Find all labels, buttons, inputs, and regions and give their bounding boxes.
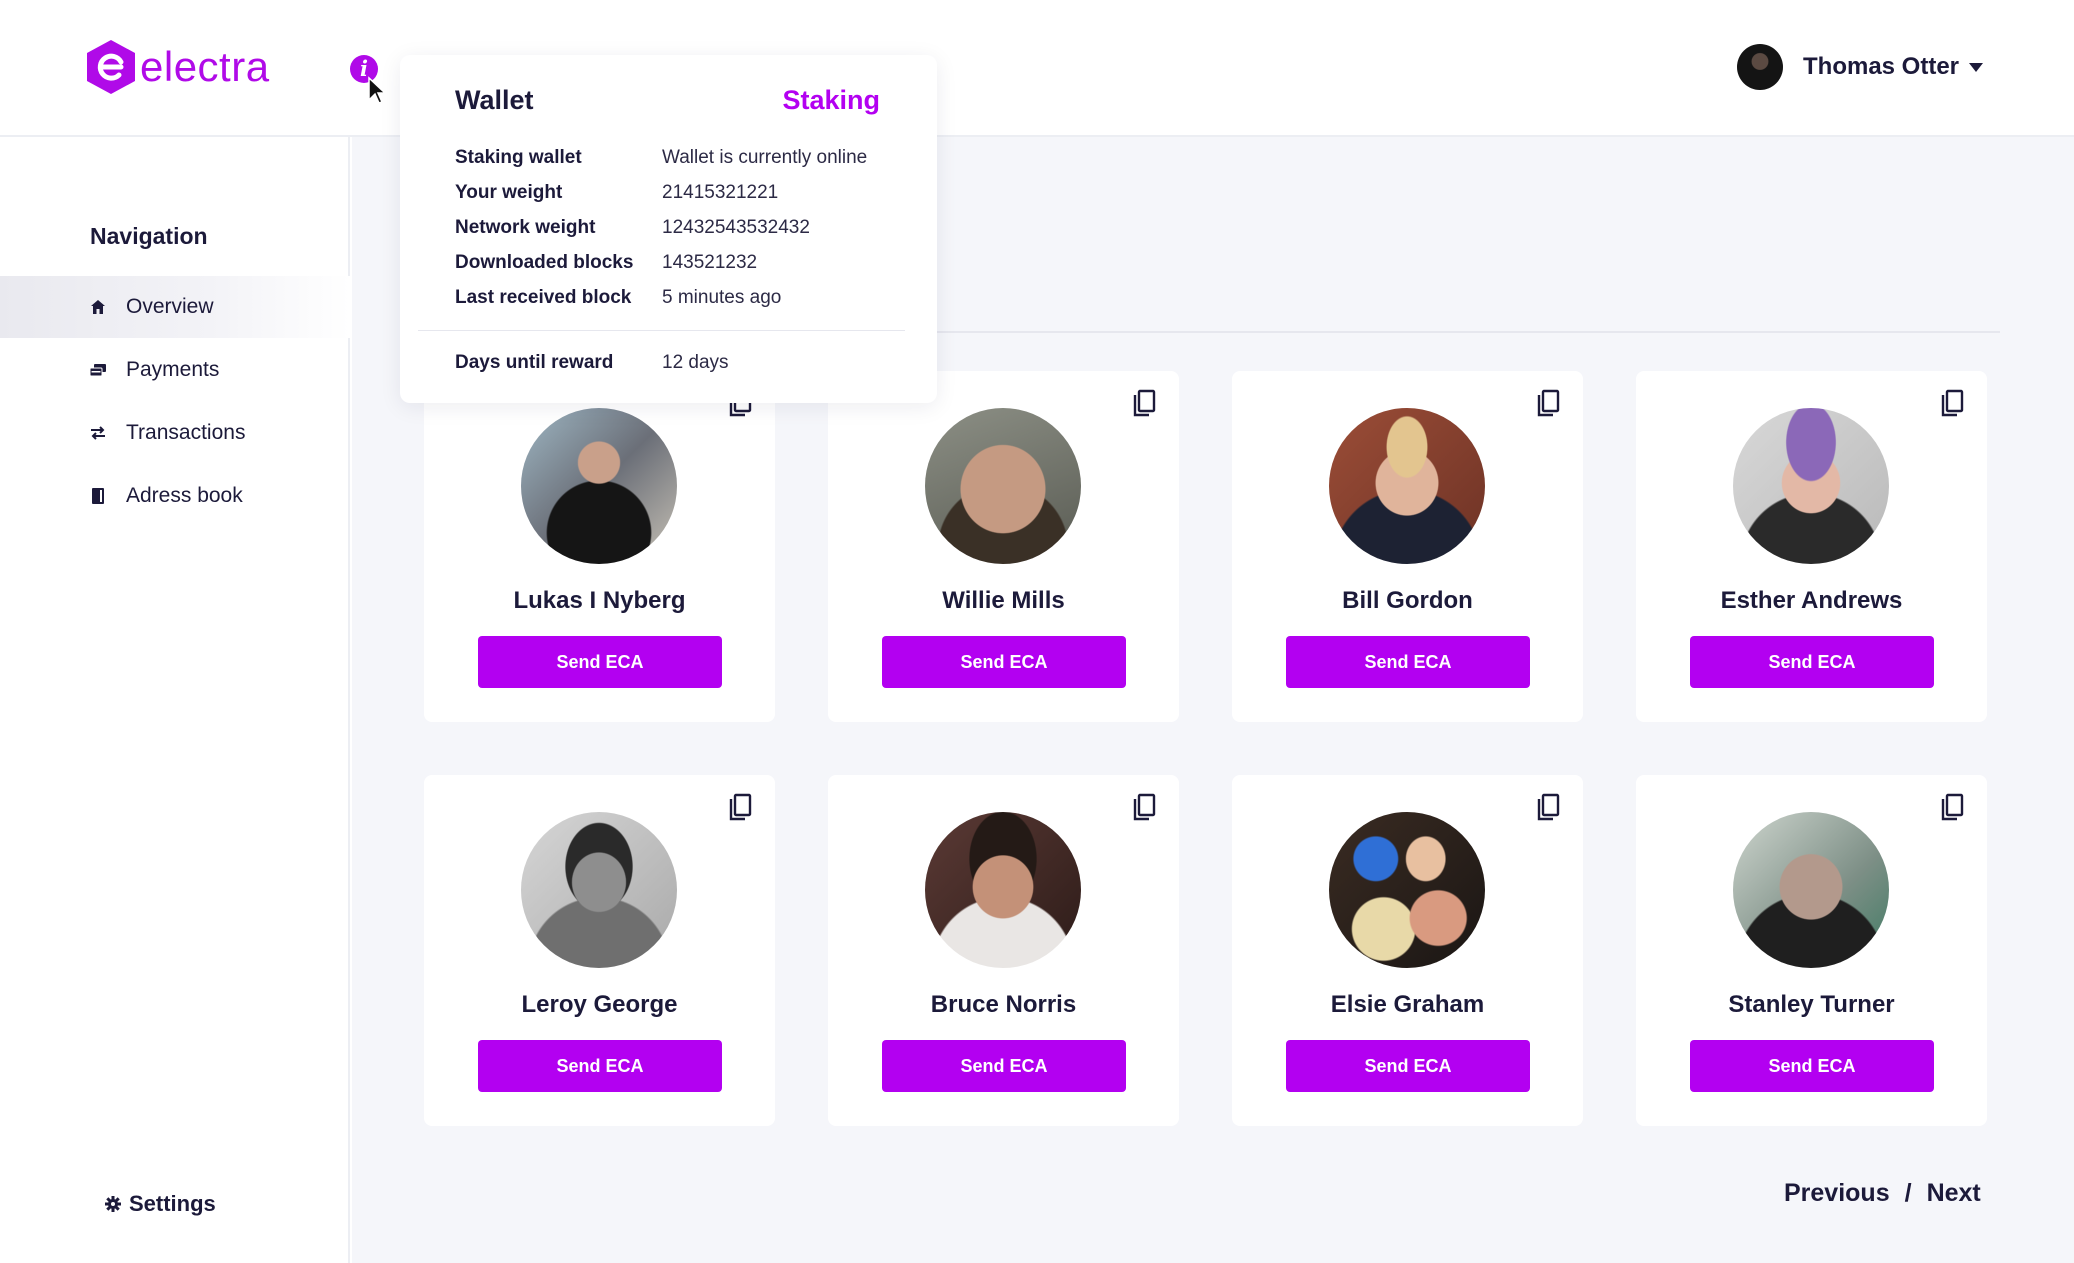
avatar xyxy=(1329,812,1485,968)
contact-card: Lukas I Nyberg Send ECA xyxy=(424,371,775,722)
sidebar-item-label: Payments xyxy=(126,358,220,381)
row-value: 5 minutes ago xyxy=(662,287,782,308)
copy-icon[interactable] xyxy=(1535,793,1561,823)
settings-label: Settings xyxy=(129,1191,216,1216)
row-key: Staking wallet xyxy=(455,147,582,168)
book-icon xyxy=(92,488,104,504)
next-link[interactable]: Next xyxy=(1927,1179,1981,1208)
wallet-popup: Wallet Staking Staking wallet Wallet is … xyxy=(400,55,937,403)
popup-row: Your weight 21415321221 xyxy=(455,182,778,204)
send-eca-button[interactable]: Send ECA xyxy=(1690,1040,1934,1092)
contact-name: Esther Andrews xyxy=(1720,587,1903,614)
popup-row: Staking wallet Wallet is currently onlin… xyxy=(455,147,867,169)
mouse-cursor-icon xyxy=(368,76,387,104)
sidebar-item-label: Overview xyxy=(126,295,214,318)
staking-tab[interactable]: Staking xyxy=(782,85,880,116)
copy-icon[interactable] xyxy=(1131,389,1157,419)
popup-footer-row: Days until reward 12 days xyxy=(455,352,729,374)
home-icon xyxy=(91,300,105,314)
sidebar-item-address-book[interactable]: Adress book xyxy=(0,465,350,527)
send-eca-button[interactable]: Send ECA xyxy=(1286,1040,1530,1092)
avatar xyxy=(1733,812,1889,968)
send-eca-button[interactable]: Send ECA xyxy=(1690,636,1934,688)
popup-divider xyxy=(418,330,905,331)
popup-row: Downloaded blocks 143521232 xyxy=(455,252,757,274)
row-value: 12432543532432 xyxy=(662,217,810,238)
send-eca-button[interactable]: Send ECA xyxy=(478,636,722,688)
contact-card: Elsie Graham Send ECA xyxy=(1232,775,1583,1126)
contact-card: Willie Mills Send ECA xyxy=(828,371,1179,722)
copy-icon[interactable] xyxy=(1939,793,1965,823)
row-value: Wallet is currently online xyxy=(662,147,868,168)
row-value: 21415321221 xyxy=(662,182,779,203)
contact-card: Leroy George Send ECA xyxy=(424,775,775,1126)
avatar xyxy=(521,812,677,968)
send-eca-button[interactable]: Send ECA xyxy=(882,1040,1126,1092)
logo-text: electra xyxy=(140,43,270,90)
contact-card: Stanley Turner Send ECA xyxy=(1636,775,1987,1126)
avatar xyxy=(925,408,1081,564)
electra-logo-icon xyxy=(87,40,135,94)
sidebar-item-overview[interactable]: Overview xyxy=(0,276,350,338)
pagination: Previous / Next xyxy=(1784,1179,1981,1208)
sidebar-item-label: Adress book xyxy=(126,484,243,507)
contact-name: Leroy George xyxy=(521,991,678,1018)
settings-link[interactable]: Settings xyxy=(105,1191,216,1217)
row-key: Days until reward xyxy=(455,352,614,373)
user-menu[interactable]: Thomas Otter xyxy=(1737,44,1984,90)
contact-card: Bruce Norris Send ECA xyxy=(828,775,1179,1126)
avatar xyxy=(521,408,677,564)
avatar xyxy=(925,812,1081,968)
contact-name: Stanley Turner xyxy=(1728,991,1895,1018)
send-eca-button[interactable]: Send ECA xyxy=(1286,636,1530,688)
contact-name: Elsie Graham xyxy=(1330,991,1485,1018)
sidebar-item-label: Transactions xyxy=(126,421,246,444)
popup-title: Wallet xyxy=(455,85,534,115)
copy-icon[interactable] xyxy=(1939,389,1965,419)
row-key: Network weight xyxy=(455,217,596,238)
payments-icon xyxy=(90,364,106,377)
top-bar: electra i Thomas Otter xyxy=(0,0,2074,137)
chevron-down-icon xyxy=(1969,62,1984,72)
copy-icon[interactable] xyxy=(1535,389,1561,419)
popup-row: Last received block 5 minutes ago xyxy=(455,287,781,309)
row-value: 12 days xyxy=(662,352,729,373)
avatar xyxy=(1329,408,1485,564)
sidebar-item-transactions[interactable]: Transactions xyxy=(0,402,350,464)
contact-card: Bill Gordon Send ECA xyxy=(1232,371,1583,722)
sidebar: Navigation Overview Payments Transaction… xyxy=(0,137,350,1263)
nav-title: Navigation xyxy=(90,223,208,249)
row-key: Your weight xyxy=(455,182,563,203)
row-value: 143521232 xyxy=(662,252,758,273)
copy-icon[interactable] xyxy=(1131,793,1157,823)
contact-name: Willie Mills xyxy=(942,587,1065,614)
gear-icon xyxy=(105,1196,121,1212)
pagination-separator: / xyxy=(1904,1179,1912,1207)
user-name: Thomas Otter xyxy=(1803,53,1960,80)
transfer-icon xyxy=(91,426,105,440)
contact-card: Esther Andrews Send ECA xyxy=(1636,371,1987,722)
avatar xyxy=(1733,408,1889,564)
send-eca-button[interactable]: Send ECA xyxy=(478,1040,722,1092)
row-key: Last received block xyxy=(455,287,632,308)
user-avatar xyxy=(1737,44,1783,90)
contact-name: Bill Gordon xyxy=(1342,587,1473,614)
row-key: Downloaded blocks xyxy=(455,252,634,273)
previous-link[interactable]: Previous xyxy=(1784,1179,1890,1208)
contact-name: Bruce Norris xyxy=(930,991,1077,1018)
contact-name: Lukas I Nyberg xyxy=(513,587,686,614)
copy-icon[interactable] xyxy=(727,793,753,823)
electra-logo[interactable]: electra xyxy=(84,38,270,96)
send-eca-button[interactable]: Send ECA xyxy=(882,636,1126,688)
popup-row: Network weight 12432543532432 xyxy=(455,217,810,239)
sidebar-item-payments[interactable]: Payments xyxy=(0,339,350,401)
